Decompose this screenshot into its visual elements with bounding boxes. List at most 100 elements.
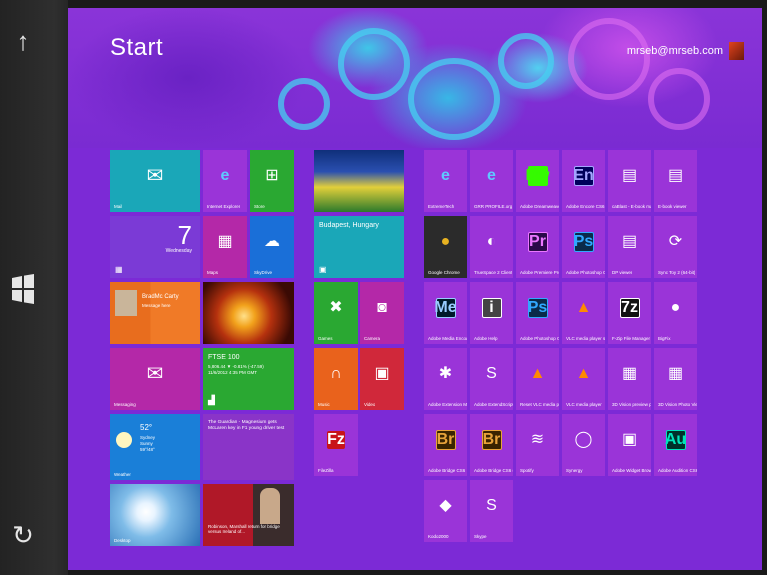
app-tile[interactable]: ▣ Adobe Widget Browser <box>608 414 651 476</box>
internet-explorer-tile[interactable]: e Internet Explorer <box>203 150 247 212</box>
calendar-tile[interactable]: 7 Wednesday ▦ <box>110 216 200 278</box>
app-icon: Ps <box>573 232 594 253</box>
sport-tile[interactable]: Robinson, Marshall return for bridge ver… <box>203 484 294 546</box>
app-icon: ◆ <box>439 497 452 515</box>
video-play-icon: ▣ <box>374 365 390 383</box>
app-tile[interactable]: ✱ Adobe Extension Manager CS6 <box>424 348 467 410</box>
app-tile[interactable]: ⟳ Sync Toy 2 (64-bit) <box>654 216 697 278</box>
app-tile[interactable]: ● BigFix <box>654 282 697 344</box>
app-tile[interactable]: ▤ DP viewer <box>608 216 651 278</box>
maps-icon: ▦ <box>217 233 233 251</box>
messaging-icon: ✉ <box>146 363 164 386</box>
app-label: VLC media player <box>566 402 602 407</box>
travel-tile[interactable] <box>314 150 404 212</box>
app-tile[interactable]: Dw Adobe Dreamweaver CS6 <box>516 150 559 212</box>
app-tile[interactable]: S Skype <box>470 480 513 542</box>
maps-tile[interactable]: ▦ Maps <box>203 216 247 278</box>
app-icon: ▤ <box>621 167 638 185</box>
app-tile[interactable]: ▦ 3D Vision Photo Viewer <box>654 348 697 410</box>
app-tile[interactable]: Br Adobe Bridge CS6 <box>424 414 467 476</box>
windows-logo-icon[interactable] <box>8 272 38 306</box>
search-icon[interactable]: ↻ <box>8 518 38 552</box>
weather-tile[interactable]: 52° Sydney Sunny 59°/48° Weather <box>110 414 200 480</box>
cloud-icon: ☁ <box>264 233 280 251</box>
finance-tile[interactable]: FTSE 100 5,806.44 ▼ -0.81% (-47.59) 11/6… <box>203 348 294 410</box>
xbox-icon: ✖ <box>329 299 343 317</box>
video-tile[interactable]: ▣ Video <box>360 348 404 410</box>
app-tile[interactable]: ▲ VLC media player <box>562 348 605 410</box>
store-tile[interactable]: ⊞ Store <box>250 150 294 212</box>
people-tile[interactable]: BradMc Carty Message here <box>110 282 200 344</box>
app-icon: Me <box>434 298 457 319</box>
app-tile[interactable]: i Adobe Help <box>470 282 513 344</box>
app-icon: 7z <box>619 298 640 319</box>
music-tile[interactable]: ∩ Music <box>314 348 358 410</box>
app-icon: ⟳ <box>668 233 683 251</box>
mail-icon: ✉ <box>146 165 164 188</box>
start-screen: Start mrseb@mrseb.com ✉ Mail e Internet … <box>68 8 762 570</box>
app-tile[interactable]: ▤ E-book viewer <box>654 150 697 212</box>
app-icon: Dw <box>525 166 550 187</box>
app-label: Kodo2000 <box>428 534 449 539</box>
app-icon: ● <box>670 299 681 317</box>
app-label: Adobe Audition CS6 <box>658 468 697 473</box>
calendar-day: 7 <box>177 220 192 250</box>
app-tile[interactable]: Au Adobe Audition CS6 <box>654 414 697 476</box>
app-tile[interactable]: En Adobe Encore CS6 <box>562 150 605 212</box>
app-icon: ▣ <box>621 431 638 449</box>
app-label: Adobe Encore CS6 <box>566 204 605 209</box>
app-tile[interactable]: ◯ Synergy <box>562 414 605 476</box>
calendar-weekday: Wednesday <box>165 248 192 254</box>
app-tile[interactable]: ◐ TrueSpace 2 Client <box>470 216 513 278</box>
app-icon: ◯ <box>574 431 593 449</box>
app-tile[interactable]: Me Adobe Media Encoder CS6 <box>424 282 467 344</box>
app-tile[interactable]: e ExtremeTech <box>424 150 467 212</box>
people-name: BradMc Carty <box>142 294 179 300</box>
app-label: Adobe Extension Manager CS6 <box>428 402 467 407</box>
app-tile[interactable]: ▦ 3D Vision preview part 1 <box>608 348 651 410</box>
app-tile[interactable]: Br Adobe Bridge CS6 (64bit) <box>470 414 513 476</box>
app-tile[interactable]: 7z F-Zip File Manager <box>608 282 651 344</box>
mail-tile[interactable]: ✉ Mail <box>110 150 200 212</box>
app-icon: S <box>486 365 497 383</box>
app-tile[interactable]: Pr Adobe Premiere Pro CS6 <box>516 216 559 278</box>
app-label: Adobe Dreamweaver CS6 <box>520 204 559 209</box>
travel-caption-tile[interactable]: Budapest, Hungary ▣ <box>314 216 404 278</box>
news-tile[interactable]: The Guardian - Magnesium gets McLaren ke… <box>203 414 294 480</box>
app-tile[interactable]: ▲ Reset VLC media player <box>516 348 559 410</box>
skydrive-tile[interactable]: ☁ SkyDrive <box>250 216 294 278</box>
finance-chart-icon: ▟ <box>208 395 215 405</box>
photos-tile[interactable] <box>203 282 294 344</box>
app-icon: ▲ <box>575 365 592 383</box>
filezilla-tile[interactable]: Fz FileZilla <box>314 414 358 476</box>
app-icon: Pr <box>527 232 548 253</box>
app-tile[interactable]: ≋ Spotify <box>516 414 559 476</box>
user-account[interactable]: mrseb@mrseb.com <box>627 42 744 60</box>
sport-headline: Robinson, Marshall return for bridge ver… <box>208 524 280 534</box>
calendar-icon: ▦ <box>115 265 123 274</box>
app-label: Google Chrome <box>428 270 460 275</box>
app-icon: En <box>573 166 594 187</box>
app-tile[interactable]: Ps Adobe Photoshop CS6 <box>562 216 605 278</box>
app-label: 3D Vision Photo Viewer <box>658 402 697 407</box>
app-tile[interactable]: S Adobe ExtendScript <box>470 348 513 410</box>
app-tile[interactable]: ◆ Kodo2000 <box>424 480 467 542</box>
games-tile[interactable]: ✖ Games <box>314 282 358 344</box>
messaging-tile[interactable]: ✉ Messaging <box>110 348 200 410</box>
app-label: Adobe ExtendScript <box>474 402 513 407</box>
travel-label: Budapest, Hungary <box>319 222 379 229</box>
app-tile[interactable]: ▲ VLC media player skinned <box>562 282 605 344</box>
app-icon: ● <box>440 233 451 251</box>
app-icon: ≋ <box>530 431 545 449</box>
app-icon: Ps <box>527 298 548 319</box>
internet-explorer-icon: e <box>220 167 230 185</box>
app-label: caBlast - E-book management <box>612 204 651 209</box>
desktop-tile[interactable]: Desktop <box>110 484 200 546</box>
up-arrow-icon[interactable]: ↑ <box>8 24 38 58</box>
app-tile[interactable]: Ps Adobe Photoshop CS6 (64 Bit) <box>516 282 559 344</box>
app-label: Reset VLC media player <box>520 402 559 407</box>
app-tile[interactable]: ● Google Chrome <box>424 216 467 278</box>
camera-tile[interactable]: ◙ Camera <box>360 282 404 344</box>
app-tile[interactable]: e GRR PROFILE.org <box>470 150 513 212</box>
app-tile[interactable]: ▤ caBlast - E-book management <box>608 150 651 212</box>
